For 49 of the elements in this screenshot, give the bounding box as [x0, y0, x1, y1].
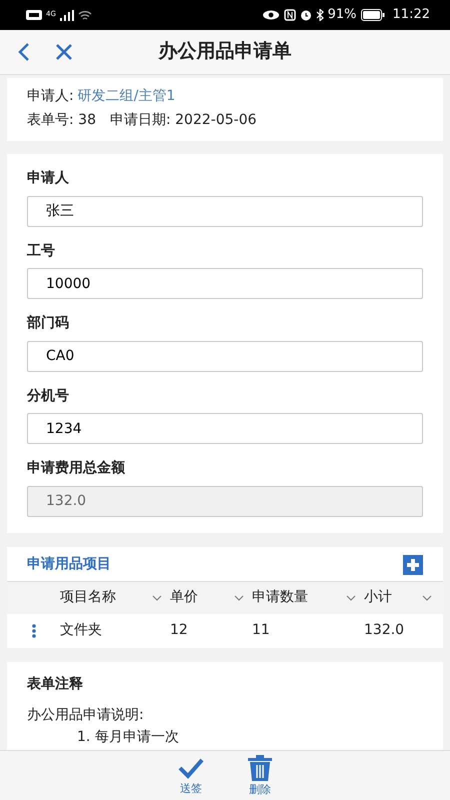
chevron-down-icon [422, 594, 432, 600]
note-text: 办公用品申请说明: [27, 707, 145, 724]
input-field[interactable]: 10000 [27, 268, 423, 299]
input-field[interactable]: 张三 [27, 196, 423, 226]
chevron-down-icon [152, 594, 162, 600]
action-button[interactable]: 送签 [178, 756, 204, 796]
note-text: 1. 每月申请一次 [76, 728, 180, 746]
applicant-label: 申请人: [27, 88, 74, 106]
battery-icon [360, 9, 385, 21]
battery-percent: 91% [328, 6, 357, 24]
chevron-down-icon [346, 594, 356, 600]
bluetooth-icon [316, 9, 324, 21]
chevron-down-icon [234, 594, 244, 600]
more-icon [32, 624, 36, 638]
field-label: 申请费用总金额 [27, 460, 126, 478]
action-button[interactable]: 删除 [248, 754, 272, 796]
table-cell-text: 文件夹 [60, 622, 103, 640]
column-header[interactable]: 项目名称 [60, 588, 116, 606]
column-header[interactable]: 小计 [364, 588, 392, 606]
table-cell-text: 11 [252, 622, 271, 640]
notes-title: 表单注释 [27, 676, 84, 693]
eye-icon [262, 10, 280, 20]
field-label: 分机号 [27, 388, 70, 405]
field-label: 部门码 [27, 315, 70, 332]
column-header[interactable]: 单价 [170, 588, 198, 606]
form-number: 表单号: 38 [27, 112, 96, 129]
input-field[interactable]: CA0 [27, 340, 423, 372]
close-icon [56, 44, 72, 60]
wifi-icon [78, 10, 92, 20]
apply-date: 申请日期: 2022-05-06 [110, 112, 257, 129]
back-button[interactable] [18, 43, 30, 61]
alarm-icon [300, 9, 312, 21]
close-button[interactable] [56, 44, 72, 60]
clock: 11:22 [392, 6, 430, 24]
input-field[interactable]: 1234 [27, 413, 423, 444]
table-cell-text: 132.0 [364, 622, 406, 640]
section-title: 申请用品项目 [27, 556, 111, 574]
field-label: 申请人 [27, 170, 70, 188]
page-title: 办公用品申请单 [158, 40, 292, 64]
back-icon [18, 43, 30, 61]
add-button[interactable] [403, 554, 423, 574]
column-header[interactable]: 申请数量 [252, 588, 308, 606]
field-label: 工号 [27, 242, 56, 260]
table-cell-text: 12 [170, 622, 189, 640]
nfc-icon [284, 9, 296, 21]
add-icon [403, 554, 423, 574]
applicant-link[interactable]: 研发二组/主管1 [78, 88, 176, 106]
signal-icon [60, 10, 74, 20]
trash-icon [248, 754, 272, 781]
